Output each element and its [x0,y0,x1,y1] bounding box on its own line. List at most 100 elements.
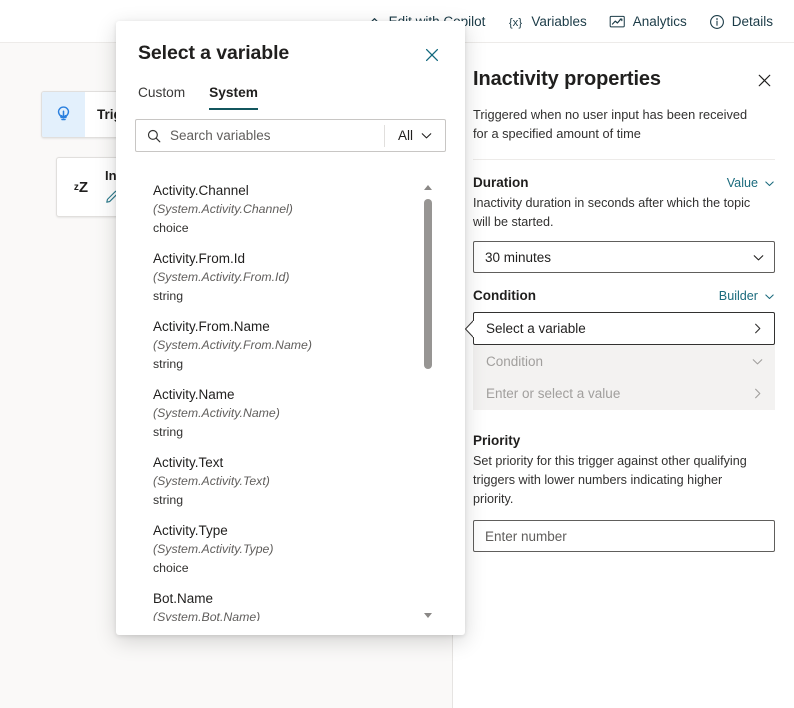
trigger-icon-badge [42,92,85,137]
condition-operator-label: Condition [486,353,544,369]
chevron-right-icon [751,387,764,400]
toolbar-item-details[interactable]: Details [698,8,784,36]
scroll-up-arrow-icon[interactable] [422,181,434,193]
priority-input-placeholder: Enter number [485,528,567,544]
search-bar: Search variables All [135,119,446,152]
properties-divider [473,159,775,160]
condition-mode-selector[interactable]: Builder [719,289,775,303]
duration-label: Duration [473,175,529,190]
variable-type: choice [153,561,189,575]
variable-name: Activity.Text [153,455,224,470]
list-item[interactable]: Activity.Type (System.Activity.Type) cho… [135,521,427,578]
scrollbar-thumb[interactable] [424,199,432,369]
properties-subtitle: Triggered when no user input has been re… [473,107,748,141]
toolbar-item-analytics[interactable]: Analytics [598,8,698,35]
variable-path: (System.Activity.Text) [153,474,270,488]
callout-pointer [465,319,474,339]
toolbar-item-variables[interactable]: {x} Variables [496,8,597,36]
scroll-down-arrow-icon[interactable] [422,609,434,621]
variable-name: Activity.Type [153,523,228,538]
duration-description: Inactivity duration in seconds after whi… [473,196,751,229]
variables-icon: {x} [507,14,524,30]
condition-builder: Select a variable Condition Enter or sel… [465,312,775,410]
variable-path: (System.Activity.Channel) [153,202,293,216]
priority-label: Priority [473,433,521,448]
variable-path: (System.Activity.From.Id) [153,270,290,284]
sleep-zz-icon: zZ [73,178,89,196]
duration-mode-selector[interactable]: Value [727,176,775,190]
dialog-tabs: Custom System [116,71,465,110]
tab-system-label: System [209,85,258,100]
page-title: Inactivity properties [473,68,661,90]
list-item[interactable]: Activity.Text (System.Activity.Text) str… [135,453,427,510]
select-variable-dialog: Select a variable Custom System Search v… [116,21,465,635]
close-icon [424,47,440,63]
variable-name: Activity.Name [153,387,235,402]
properties-header: Inactivity properties [473,43,775,96]
condition-operator-row: Condition [486,345,764,377]
chevron-right-icon [751,322,764,335]
list-item[interactable]: Bot.Name (System.Bot.Name) [135,589,427,621]
tab-custom[interactable]: Custom [138,85,185,110]
search-filter-label: All [397,128,413,143]
duration-value: 30 minutes [485,249,552,265]
variable-name: Bot.Name [153,591,214,606]
search-filter-dropdown[interactable]: All [385,128,445,143]
variable-type: string [153,425,184,439]
chevron-down-icon [764,291,775,302]
condition-disabled-group: Condition Enter or select a value [473,345,775,410]
dialog-title: Select a variable [138,42,290,64]
properties-close-button[interactable] [754,70,775,96]
priority-description: Set priority for this trigger against ot… [473,454,747,506]
condition-label: Condition [473,288,536,303]
condition-variable-label: Select a variable [486,321,586,336]
list-item[interactable]: Activity.From.Id (System.Activity.From.I… [135,249,427,306]
variable-path: (System.Activity.Name) [153,406,280,420]
toolbar-label-details: Details [731,14,773,29]
duration-dropdown[interactable]: 30 minutes [473,241,775,273]
info-icon [709,14,725,30]
trigger-icon [54,105,73,124]
variable-path: (System.Activity.From.Name) [153,338,312,352]
chevron-down-icon [420,129,433,142]
variable-name: Activity.From.Id [153,251,246,266]
variable-list: Activity.Channel (System.Activity.Channe… [135,181,427,621]
variable-name: Activity.Channel [153,183,249,198]
search-icon [136,128,170,144]
dialog-header: Select a variable [116,21,465,71]
priority-section: Priority Set priority for this trigger a… [473,433,775,552]
search-input[interactable]: Search variables [170,128,384,143]
svg-text:{x}: {x} [509,17,522,29]
condition-section: Condition Builder Select a variable Cond… [465,288,775,410]
variable-type: string [153,289,184,303]
properties-panel: Inactivity properties Triggered when no … [454,43,794,708]
tab-custom-label: Custom [138,85,186,100]
variable-list-scrollbar[interactable] [422,181,434,621]
duration-mode-label: Value [726,176,758,190]
toolbar-label-variables: Variables [531,14,587,29]
condition-variable-row[interactable]: Select a variable [465,312,775,345]
variable-type: string [153,493,184,507]
variable-path: (System.Activity.Type) [153,542,274,556]
dialog-close-button[interactable] [421,44,443,71]
analytics-icon [609,14,626,29]
list-item[interactable]: Activity.Name (System.Activity.Name) str… [135,385,427,442]
variable-path: (System.Bot.Name) [153,610,261,621]
toolbar-label-analytics: Analytics [632,14,687,29]
list-item[interactable]: Activity.From.Name (System.Activity.From… [135,317,427,374]
variable-name: Activity.From.Name [153,319,270,334]
variable-type: choice [153,221,189,235]
duration-section: Duration Value Inactivity duration in se… [473,175,775,273]
condition-mode-label: Builder [718,289,758,303]
chevron-down-icon [752,251,765,264]
condition-value-row: Enter or select a value [486,377,764,409]
list-item[interactable]: Activity.Channel (System.Activity.Channe… [135,181,427,238]
variable-list-container: Activity.Channel (System.Activity.Channe… [135,181,446,621]
condition-value-label: Enter or select a value [486,385,621,401]
chevron-down-icon [751,355,764,368]
variable-type: string [153,357,184,371]
tab-system[interactable]: System [209,85,258,110]
priority-input[interactable]: Enter number [473,520,775,552]
chevron-down-icon [764,178,775,189]
close-icon [757,73,772,88]
